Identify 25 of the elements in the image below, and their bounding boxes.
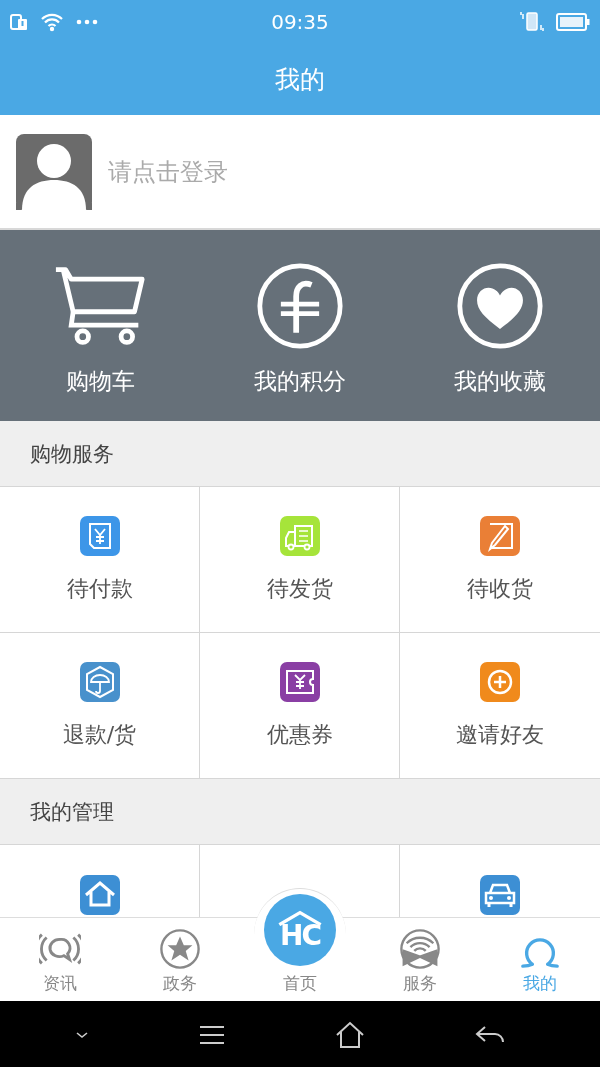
service-icon: [399, 928, 441, 970]
service-button[interactable]: 待发货: [200, 487, 400, 633]
sim-icon: [10, 13, 28, 31]
battery-icon: [556, 13, 590, 31]
shortcut-button[interactable]: 我的积分: [200, 230, 400, 421]
home-tab[interactable]: HC 首页: [240, 888, 360, 1001]
points-icon: [254, 261, 346, 350]
house-icon[interactable]: [79, 875, 120, 915]
status-time: 09:35: [271, 10, 329, 34]
shortcut-button[interactable]: 我的收藏: [400, 230, 600, 421]
vibrate-icon: [520, 11, 544, 33]
page-title: 我的: [275, 64, 325, 96]
collapse-icon[interactable]: [75, 1030, 89, 1039]
section-title: 我的管理: [30, 798, 114, 826]
more-icon: [76, 19, 98, 25]
avatar-icon[interactable]: [16, 133, 92, 210]
section-title: 购物服务: [30, 440, 114, 468]
shortcut-button[interactable]: 购物车: [0, 230, 200, 421]
service-button[interactable]: 待付款: [0, 487, 200, 633]
menu-icon[interactable]: [199, 1024, 225, 1045]
car-icon[interactable]: [480, 875, 520, 915]
service-button[interactable]: 优惠券: [200, 633, 400, 779]
service-button[interactable]: 退款/货: [0, 633, 200, 779]
wifi-icon: [40, 12, 64, 32]
home-icon[interactable]: [335, 1020, 365, 1049]
